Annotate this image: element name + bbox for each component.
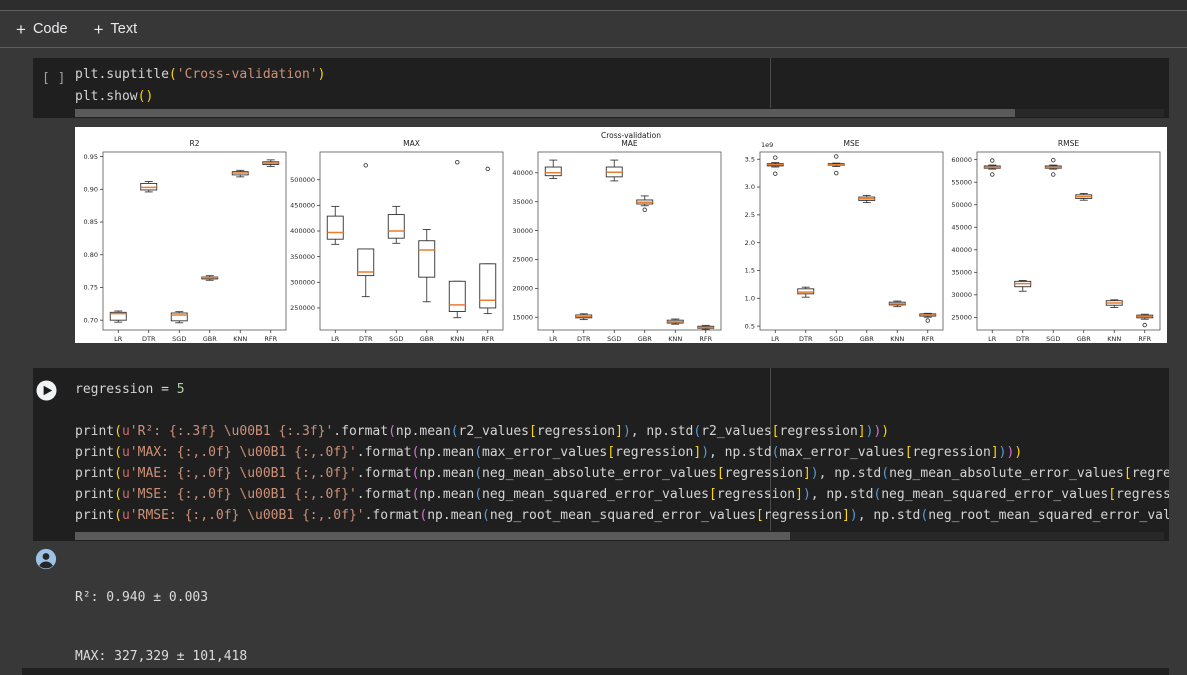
add-code-label: Code [32, 21, 68, 37]
svg-text:DTR: DTR [359, 335, 373, 343]
svg-text:25000: 25000 [951, 314, 972, 322]
svg-text:40000: 40000 [512, 169, 533, 177]
output-line: R²: 0.940 ± 0.003 [75, 590, 209, 605]
svg-text:2.5: 2.5 [745, 211, 755, 219]
svg-text:30000: 30000 [512, 227, 533, 235]
horizontal-scrollbar[interactable] [75, 109, 1164, 117]
svg-text:35000: 35000 [951, 269, 972, 277]
scrollbar-thumb[interactable] [75, 532, 790, 540]
svg-text:25000: 25000 [512, 256, 533, 264]
svg-text:SGD: SGD [607, 335, 621, 343]
svg-text:2.0: 2.0 [745, 239, 755, 247]
svg-text:RFR: RFR [699, 335, 712, 343]
svg-text:1.0: 1.0 [745, 294, 755, 302]
svg-text:0.80: 0.80 [84, 251, 98, 259]
svg-text:KNN: KNN [890, 335, 904, 343]
svg-text:0.75: 0.75 [84, 284, 98, 292]
svg-text:KNN: KNN [450, 335, 464, 343]
user-avatar-icon [35, 548, 57, 570]
svg-text:GBR: GBR [860, 335, 874, 343]
svg-text:DTR: DTR [142, 335, 156, 343]
svg-text:GBR: GBR [420, 335, 434, 343]
svg-text:0.95: 0.95 [84, 153, 98, 161]
svg-text:GBR: GBR [638, 335, 652, 343]
svg-text:DTR: DTR [799, 335, 813, 343]
svg-text:MAE: MAE [621, 139, 638, 148]
svg-text:15000: 15000 [512, 313, 533, 321]
svg-text:30000: 30000 [951, 291, 972, 299]
svg-text:250000: 250000 [290, 304, 315, 312]
add-text-button[interactable]: + Text [94, 21, 138, 38]
add-text-label: Text [110, 21, 138, 37]
svg-text:MAX: MAX [403, 139, 420, 148]
svg-text:KNN: KNN [233, 335, 247, 343]
svg-text:SGD: SGD [829, 335, 843, 343]
output-line: MAX: 327,329 ± 101,418 [75, 648, 248, 664]
svg-text:RFR: RFR [1138, 335, 1151, 343]
svg-text:450000: 450000 [290, 202, 315, 210]
svg-text:45000: 45000 [951, 223, 972, 231]
svg-text:300000: 300000 [290, 278, 315, 286]
svg-text:60000: 60000 [951, 156, 972, 164]
horizontal-scrollbar[interactable] [75, 532, 1164, 540]
plus-icon: + [93, 19, 104, 39]
scrollbar-thumb[interactable] [75, 109, 1015, 117]
svg-text:0.70: 0.70 [84, 316, 98, 324]
cell-output-text: R²: 0.940 ± 0.003 MAX: 327,329 ± 101,418… [75, 549, 302, 675]
svg-text:LR: LR [988, 335, 997, 343]
svg-text:3.0: 3.0 [745, 183, 755, 191]
code-editor-2[interactable]: regression = 5 print(u'R²: {:.3f} \u00B1… [75, 368, 1169, 531]
svg-text:SGD: SGD [1046, 335, 1060, 343]
svg-text:LR: LR [331, 335, 340, 343]
svg-text:KNN: KNN [1107, 335, 1121, 343]
svg-text:0.5: 0.5 [745, 322, 755, 330]
run-cell-button[interactable] [36, 380, 57, 401]
svg-text:20000: 20000 [512, 285, 533, 293]
svg-text:400000: 400000 [290, 227, 315, 235]
svg-text:LR: LR [771, 335, 780, 343]
svg-text:1.5: 1.5 [745, 267, 755, 275]
svg-text:LR: LR [549, 335, 558, 343]
svg-text:MSE: MSE [844, 139, 860, 148]
cross-validation-figure-output: Cross-validation R2 0.70 0.75 0.80 0.85 0.90 0.… [75, 127, 1167, 343]
svg-text:1e9: 1e9 [761, 141, 773, 149]
svg-text:500000: 500000 [290, 176, 315, 184]
svg-text:35000: 35000 [512, 198, 533, 206]
svg-text:3.5: 3.5 [745, 155, 755, 163]
top-band [0, 0, 1187, 11]
svg-text:R2: R2 [190, 139, 200, 148]
svg-text:0.85: 0.85 [84, 218, 98, 226]
svg-text:LR: LR [114, 335, 123, 343]
svg-text:RFR: RFR [264, 335, 277, 343]
svg-text:0.90: 0.90 [84, 186, 98, 194]
notebook-page: + Code + Text [ ] plt.suptitle('Cross-va… [0, 0, 1187, 675]
svg-text:RFR: RFR [481, 335, 494, 343]
code-editor-1[interactable]: plt.suptitle('Cross-validation') plt.show… [75, 58, 1169, 108]
svg-text:350000: 350000 [290, 253, 315, 261]
code-cell-2: regression = 5 print(u'R²: {:.3f} \u00B1… [33, 368, 1169, 541]
execution-indicator[interactable]: [ ] [42, 71, 65, 86]
svg-text:40000: 40000 [951, 246, 972, 254]
svg-text:KNN: KNN [668, 335, 682, 343]
add-code-button[interactable]: + Code [16, 21, 68, 38]
svg-text:GBR: GBR [203, 335, 217, 343]
svg-text:DTR: DTR [1016, 335, 1030, 343]
next-cell-partial[interactable] [22, 668, 1169, 675]
svg-text:55000: 55000 [951, 178, 972, 186]
code-cell-1: [ ] plt.suptitle('Cross-validation') plt.… [33, 58, 1169, 118]
svg-text:50000: 50000 [951, 201, 972, 209]
svg-text:RMSE: RMSE [1058, 139, 1079, 148]
svg-text:DTR: DTR [577, 335, 591, 343]
plus-icon: + [16, 19, 26, 39]
svg-text:RFR: RFR [921, 335, 934, 343]
svg-text:GBR: GBR [1077, 335, 1091, 343]
svg-text:SGD: SGD [389, 335, 403, 343]
svg-text:SGD: SGD [172, 335, 186, 343]
notebook-toolbar: + Code + Text [0, 11, 1187, 48]
